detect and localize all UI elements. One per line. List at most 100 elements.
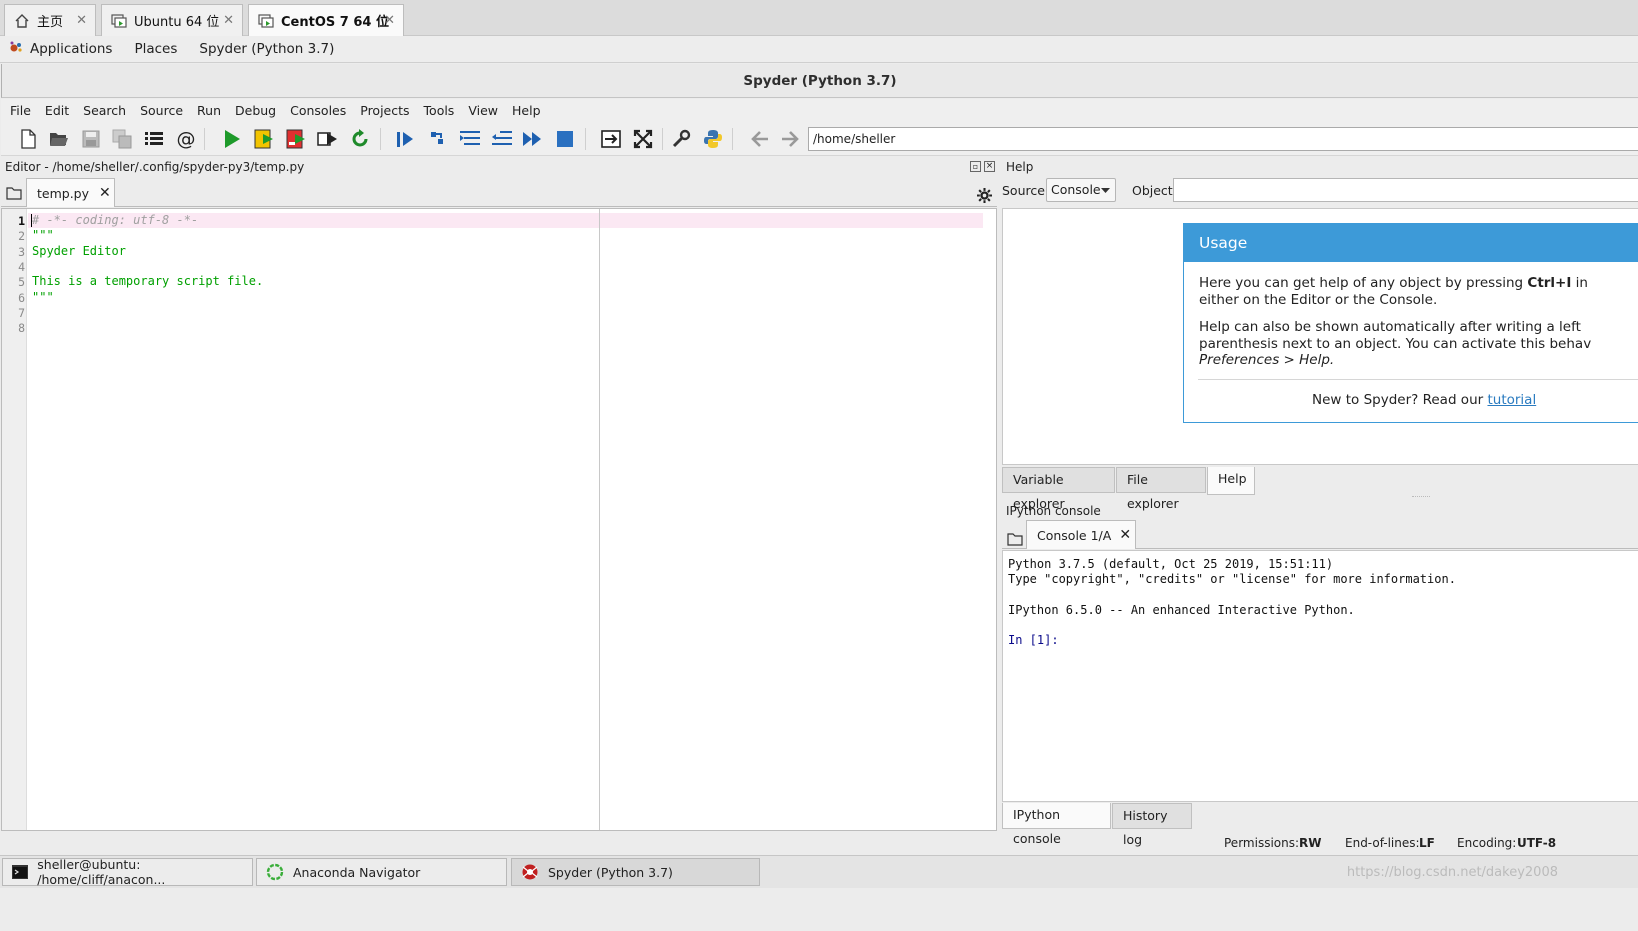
taskbar-label: Spyder (Python 3.7): [548, 864, 673, 880]
save-all-icon[interactable]: [111, 128, 133, 150]
eol-label: End-of-lines:: [1345, 836, 1420, 850]
encoding-value: UTF-8: [1517, 836, 1557, 850]
browse-tabs-icon[interactable]: [1007, 532, 1023, 550]
tab-history-log[interactable]: History log: [1112, 803, 1192, 847]
code-line: """: [32, 290, 54, 304]
close-tab-icon[interactable]: ✕: [1119, 527, 1131, 543]
line-number: 4: [18, 260, 25, 274]
new-file-icon[interactable]: [17, 128, 39, 150]
vm-tab-centos[interactable]: CentOS 7 64 位 ✕: [248, 4, 404, 36]
menu-edit[interactable]: Edit: [45, 103, 69, 118]
run-selection-icon[interactable]: [317, 128, 339, 150]
splitter-handle[interactable]: [1412, 496, 1430, 497]
vm-tab-home[interactable]: 主页 ✕: [4, 4, 96, 36]
step-into-icon[interactable]: [459, 128, 481, 150]
debug-icon[interactable]: [394, 128, 416, 150]
tab-ipython-console[interactable]: IPython console: [1002, 803, 1111, 846]
menu-bar: File Edit Search Source Run Debug Consol…: [1, 99, 1638, 122]
rerun-icon[interactable]: [349, 128, 371, 150]
console-line: Type "copyright", "credits" or "license"…: [1008, 572, 1456, 587]
step-icon[interactable]: [427, 128, 449, 150]
console-tab[interactable]: Console 1/A ✕: [1026, 520, 1136, 549]
tab-variable-explorer[interactable]: Variable explorer: [1002, 467, 1115, 511]
menu-projects[interactable]: Projects: [360, 103, 409, 118]
code-line: Spyder Editor: [32, 244, 126, 258]
python-path-icon[interactable]: [702, 128, 724, 150]
taskbar-label: Anaconda Navigator: [293, 864, 421, 880]
code-line: # -*- coding: utf-8 -*-: [32, 213, 199, 227]
maximize-pane-icon[interactable]: [600, 128, 622, 150]
console-line: Python 3.7.5 (default, Oct 25 2019, 15:5…: [1008, 557, 1334, 571]
gear-icon[interactable]: [977, 188, 992, 207]
gnome-foot-icon: [8, 39, 24, 59]
close-icon[interactable]: ✕: [384, 13, 395, 28]
outline-icon[interactable]: [143, 128, 165, 150]
run-cell-icon[interactable]: [254, 128, 276, 150]
editor-pane-title: Editor - /home/sheller/.config/spyder-py…: [5, 160, 305, 174]
close-icon[interactable]: ✕: [76, 13, 87, 28]
save-icon[interactable]: [80, 128, 102, 150]
menu-tools[interactable]: Tools: [424, 103, 455, 118]
tab-file-explorer[interactable]: File explorer: [1116, 467, 1206, 511]
undock-icon[interactable]: ▫: [970, 161, 981, 172]
editor-tab-bar: temp.py ✕: [1, 178, 997, 207]
browse-tabs-icon[interactable]: [6, 186, 22, 204]
tab-help[interactable]: Help: [1207, 467, 1255, 495]
menu-run[interactable]: Run: [197, 103, 221, 118]
vm-tab-label: 主页: [37, 15, 64, 30]
terminal-icon: [11, 863, 29, 881]
edge-line: [599, 209, 600, 830]
menu-file[interactable]: File: [10, 103, 31, 118]
menu-help[interactable]: Help: [512, 103, 541, 118]
working-directory-input[interactable]: /home/sheller: [808, 127, 1638, 151]
line-number-gutter: 1 2 3 4 5 6 7 8: [2, 209, 27, 830]
step-return-icon[interactable]: [491, 128, 513, 150]
usage-text: Preferences > Help.: [1199, 352, 1335, 368]
chevron-down-icon: [1101, 179, 1110, 208]
object-input[interactable]: [1173, 178, 1638, 202]
vm-tab-ubuntu[interactable]: Ubuntu 64 位 ✕: [101, 4, 243, 36]
at-icon[interactable]: @: [175, 128, 197, 150]
editor-tab-temp[interactable]: temp.py ✕: [26, 178, 115, 207]
continue-icon[interactable]: [522, 128, 544, 150]
tutorial-link[interactable]: tutorial: [1487, 392, 1536, 408]
console-pane-title: IPython console: [1006, 504, 1101, 518]
editor-tab-label: temp.py: [37, 185, 90, 201]
permissions-label: Permissions:: [1224, 836, 1300, 850]
main-toolbar: @ /home/sheller: [1, 122, 1638, 156]
fullscreen-icon[interactable]: [632, 128, 654, 150]
encoding-label: Encoding:: [1457, 836, 1517, 850]
menu-source[interactable]: Source: [140, 103, 183, 118]
code-line: """: [32, 228, 54, 242]
usage-text: in: [1571, 275, 1588, 291]
watermark-text: https://blog.csdn.net/dakey2008: [1346, 865, 1558, 880]
anaconda-icon: [265, 863, 285, 881]
applications-menu[interactable]: Applications: [30, 41, 112, 57]
open-file-icon[interactable]: [48, 128, 70, 150]
stop-icon[interactable]: [554, 128, 576, 150]
menu-debug[interactable]: Debug: [235, 103, 276, 118]
close-icon[interactable]: ✕: [223, 13, 234, 28]
back-icon[interactable]: [749, 128, 771, 150]
usage-text: New to Spyder? Read our: [1312, 391, 1488, 408]
menu-consoles[interactable]: Consoles: [290, 103, 346, 118]
source-select[interactable]: Console: [1046, 178, 1116, 202]
ipython-console[interactable]: Python 3.7.5 (default, Oct 25 2019, 15:5…: [1002, 550, 1638, 802]
active-window-menu[interactable]: Spyder (Python 3.7): [199, 41, 334, 57]
preferences-icon[interactable]: [670, 128, 692, 150]
close-pane-icon[interactable]: ×: [984, 161, 995, 172]
home-icon: [13, 12, 31, 30]
taskbar-item-anaconda[interactable]: Anaconda Navigator: [256, 858, 507, 886]
places-menu[interactable]: Places: [134, 41, 177, 57]
menu-view[interactable]: View: [468, 103, 498, 118]
console-tab-label: Console 1/A: [1037, 527, 1112, 543]
run-cell-advance-icon[interactable]: [286, 128, 308, 150]
code-editor[interactable]: 1 2 3 4 5 6 7 8 # -*- coding: utf-8 -*- …: [1, 208, 997, 831]
close-tab-icon[interactable]: ✕: [99, 185, 111, 201]
taskbar-item-spyder[interactable]: Spyder (Python 3.7): [511, 858, 760, 886]
vm-icon: [110, 12, 128, 30]
forward-icon[interactable]: [779, 128, 801, 150]
menu-search[interactable]: Search: [83, 103, 126, 118]
run-icon[interactable]: [221, 128, 243, 150]
taskbar-item-terminal[interactable]: sheller@ubuntu: /home/cliff/anacon...: [2, 857, 253, 887]
